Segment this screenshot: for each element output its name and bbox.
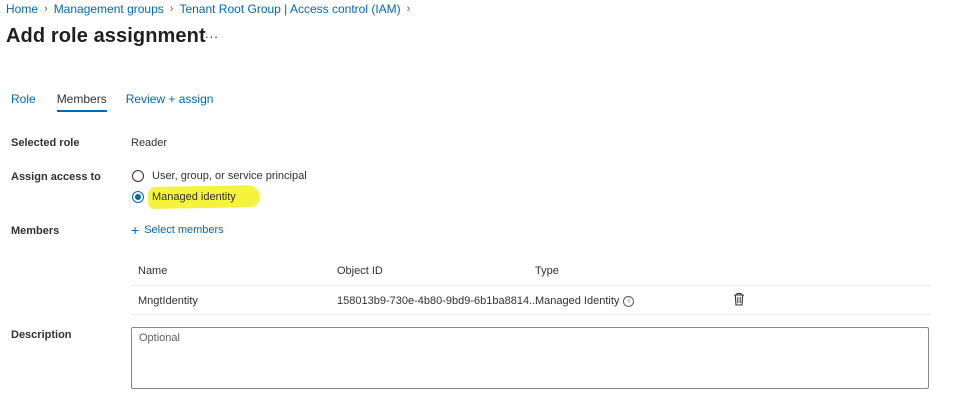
radio-selected-icon[interactable] — [132, 191, 144, 203]
delete-member-button[interactable] — [733, 292, 745, 311]
description-input[interactable] — [131, 327, 929, 389]
radio-user-group-sp[interactable]: User, group, or service principal — [132, 170, 307, 182]
tab-role[interactable]: Role — [11, 92, 36, 112]
chevron-right-icon: › — [406, 3, 411, 15]
table-divider — [131, 314, 931, 315]
member-type: Managed Identity — [535, 295, 620, 307]
member-type-cell: Managed Identity i — [535, 295, 635, 307]
description-label: Description — [11, 329, 72, 341]
info-icon[interactable]: i — [623, 295, 635, 307]
breadcrumb: Home › Management groups › Tenant Root G… — [6, 2, 416, 16]
table-divider — [131, 285, 931, 286]
trash-icon — [734, 292, 744, 306]
assign-access-label: Assign access to — [11, 171, 101, 183]
selected-role-label: Selected role — [11, 137, 80, 149]
plus-icon: + — [131, 222, 140, 238]
tab-members[interactable]: Members — [56, 92, 107, 112]
chevron-right-icon: › — [169, 3, 174, 15]
chevron-right-icon: › — [44, 3, 48, 15]
column-header-object-id: Object ID — [337, 265, 383, 277]
members-label: Members — [11, 225, 60, 237]
column-header-type: Type — [535, 265, 559, 277]
radio-managed-identity[interactable]: Managed identity — [132, 191, 236, 203]
member-object-id: 158013b9-730e-4b80-9bd9-6b1ba8814... — [337, 295, 539, 307]
breadcrumb-tenant-root-iam[interactable]: Tenant Root Group | Access control (IAM) — [179, 2, 400, 16]
breadcrumb-management-groups[interactable]: Management groups — [54, 2, 164, 16]
column-header-name: Name — [138, 265, 168, 277]
selected-role-value: Reader — [131, 137, 168, 149]
tab-bar: Role Members Review + assign — [11, 92, 213, 112]
member-name: MngtIdentity — [138, 295, 198, 307]
more-options-button[interactable]: ... — [205, 26, 219, 41]
breadcrumb-home[interactable]: Home — [6, 2, 38, 16]
radio-label: Managed identity — [152, 191, 236, 203]
select-members-button[interactable]: + Select members — [131, 223, 224, 237]
radio-unselected-icon[interactable] — [132, 170, 144, 182]
select-members-label: Select members — [144, 224, 224, 236]
tab-review-assign[interactable]: Review + assign — [126, 92, 214, 112]
radio-label: User, group, or service principal — [152, 170, 307, 182]
page-title: Add role assignment — [6, 25, 206, 47]
